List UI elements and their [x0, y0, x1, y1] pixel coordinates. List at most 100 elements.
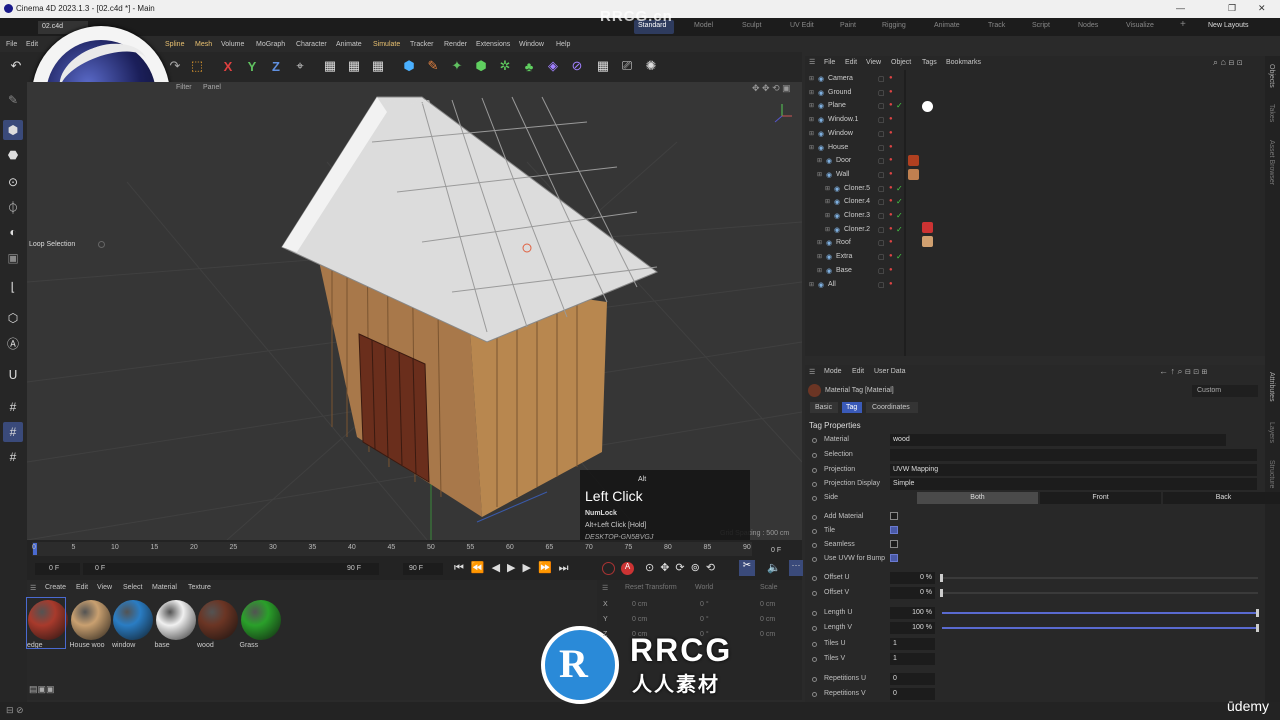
animate-dot-icon[interactable] — [812, 576, 817, 581]
material-menu-icon[interactable]: ☰ — [30, 584, 36, 592]
end-frame-field[interactable]: 90 F — [403, 563, 443, 575]
expand-icon[interactable]: ⊞ — [817, 171, 822, 178]
coord-position-field[interactable]: 0 cm — [632, 616, 647, 623]
offset-v-slider-knob[interactable] — [940, 589, 943, 597]
offset-u-slider-track[interactable] — [940, 574, 1258, 582]
expand-icon[interactable]: ⊞ — [809, 89, 814, 96]
menu-animate[interactable]: Animate — [336, 41, 362, 48]
status-icons[interactable]: ⊟ ⊘ — [6, 705, 24, 716]
model-mode-icon[interactable]: ⬢ — [3, 120, 23, 140]
layer-box-icon[interactable]: ▢ — [878, 102, 885, 110]
attr-menu-icon[interactable]: ☰ — [809, 368, 815, 376]
close-button[interactable]: ✕ — [1258, 3, 1266, 14]
offset-v-value[interactable]: 0 % — [890, 587, 935, 599]
viewport-menu-panel[interactable]: Panel — [203, 84, 221, 91]
animate-dot-icon[interactable] — [812, 468, 817, 473]
expand-icon[interactable]: ⊞ — [809, 144, 814, 151]
coords-menu-icon[interactable]: ☰ — [602, 584, 608, 592]
object-row[interactable]: ⊞ ◉ Extra ▢ ● ✓ — [805, 251, 1265, 265]
axis-mode-icon[interactable]: ⌊ — [3, 277, 23, 297]
animate-dot-icon[interactable] — [812, 626, 817, 631]
expand-icon[interactable]: ⊞ — [817, 239, 822, 246]
attr-menu-userdata[interactable]: User Data — [874, 368, 906, 375]
obj-menu-view[interactable]: View — [866, 59, 881, 66]
layout-tab-uvedit[interactable]: UV Edit — [790, 22, 814, 29]
visibility-dots-icon[interactable]: ● — [889, 267, 893, 273]
object-row[interactable]: ⊞ ◉ Ground ▢ ● — [805, 87, 1265, 101]
coords-scale-select[interactable]: Scale — [760, 584, 778, 591]
side-tab-objects[interactable]: Objects — [1268, 64, 1275, 88]
animate-dot-icon[interactable] — [812, 529, 817, 534]
material-tag-icon[interactable] — [922, 236, 933, 247]
layer-box-icon[interactable]: ▢ — [878, 253, 885, 261]
visibility-dots-icon[interactable]: ● — [889, 226, 893, 232]
cube-icon[interactable]: ⬢ — [399, 56, 419, 76]
start-frame-field[interactable]: 0 F — [35, 563, 80, 575]
pencil-icon[interactable]: ✎ — [3, 90, 23, 110]
coord-scale-field[interactable]: 0 cm — [760, 616, 775, 623]
side-option-front[interactable]: Front — [1040, 492, 1161, 504]
layout-tab-model[interactable]: Model — [694, 22, 713, 29]
keyframe-icon[interactable]: ✂ — [739, 560, 755, 576]
enabled-check-icon[interactable]: ✓ — [896, 101, 903, 110]
layer-box-icon[interactable]: ▢ — [878, 144, 885, 152]
menu-render[interactable]: Render — [444, 41, 467, 48]
side-tab-takes[interactable]: Takes — [1268, 104, 1275, 122]
length-v-slider-knob[interactable] — [1256, 624, 1259, 632]
checkbox[interactable] — [890, 526, 898, 534]
visibility-dots-icon[interactable]: ● — [889, 281, 893, 287]
attr-tab-coordinates[interactable]: Coordinates — [866, 402, 918, 413]
redo-icon[interactable]: ↷ — [165, 56, 185, 76]
visibility-dots-icon[interactable]: ● — [889, 212, 893, 218]
layout-tab-sculpt[interactable]: Sculpt — [742, 22, 761, 29]
object-row[interactable]: ⊞ ◉ Window ▢ ● — [805, 128, 1265, 142]
solo-icon[interactable]: ⬡ — [3, 308, 23, 328]
sound-icon[interactable]: 🔈 — [767, 561, 781, 574]
point-mode-icon[interactable]: ⊙ — [3, 172, 23, 192]
menu-mograph[interactable]: MoGraph — [256, 41, 285, 48]
object-menu-icon[interactable]: ☰ — [809, 58, 815, 66]
mat-menu-view[interactable]: View — [97, 584, 112, 591]
menu-window[interactable]: Window — [519, 41, 544, 48]
projection-display-select-field[interactable]: Simple — [890, 478, 1257, 490]
plane-material-tag-icon[interactable] — [922, 101, 933, 112]
expand-icon[interactable]: ⊞ — [817, 267, 822, 274]
visibility-dots-icon[interactable]: ● — [889, 144, 893, 150]
visibility-dots-icon[interactable]: ● — [889, 171, 893, 177]
viewport-nav-icons[interactable]: ✥ ✥ ⟲ ▣ — [752, 83, 791, 94]
material-link-field[interactable]: wood — [890, 434, 1226, 446]
checkbox[interactable] — [890, 540, 898, 548]
loop-selection-options-icon[interactable] — [98, 241, 105, 248]
object-row[interactable]: ⊞ ◉ Cloner.4 ▢ ● ✓ — [805, 196, 1265, 210]
menu-file[interactable]: File — [6, 41, 17, 48]
attr-preset-select[interactable]: Custom — [1192, 385, 1258, 397]
grid-icon[interactable]: ▦ — [593, 56, 613, 76]
layer-box-icon[interactable]: ▢ — [878, 281, 885, 289]
extrude-icon[interactable]: ⬢ — [471, 56, 491, 76]
y-axis-icon[interactable]: Y — [242, 56, 262, 76]
layer-box-icon[interactable]: ▢ — [878, 116, 885, 124]
layout-tab-script[interactable]: Script — [1032, 22, 1050, 29]
magnet-icon[interactable]: Ս — [3, 365, 23, 385]
repetitions-u-value[interactable]: 0 — [890, 673, 935, 685]
menu-edit[interactable]: Edit — [26, 41, 38, 48]
visibility-dots-icon[interactable]: ● — [889, 102, 893, 108]
side-option-both[interactable]: Both — [917, 492, 1038, 504]
layer-box-icon[interactable]: ▢ — [878, 171, 885, 179]
animate-dot-icon[interactable] — [812, 591, 817, 596]
material-ball[interactable] — [113, 600, 153, 640]
visibility-dots-icon[interactable]: ● — [889, 185, 893, 191]
side-tab-layers[interactable]: Layers — [1268, 422, 1275, 443]
layout-tab-nodes[interactable]: Nodes — [1078, 22, 1098, 29]
enabled-check-icon[interactable]: ✓ — [896, 225, 903, 234]
projection-select-field[interactable]: UVW Mapping — [890, 464, 1257, 476]
expand-icon[interactable]: ⊞ — [817, 253, 822, 260]
length-u-slider-track[interactable] — [942, 609, 1259, 617]
grid-snap-icon[interactable]: # — [3, 422, 23, 442]
visibility-dots-icon[interactable]: ● — [889, 157, 893, 163]
expand-icon[interactable]: ⊞ — [809, 102, 814, 109]
checkbox[interactable] — [890, 554, 898, 562]
layer-box-icon[interactable]: ▢ — [878, 239, 885, 247]
texture-mode-icon[interactable]: ⬣ — [3, 145, 23, 165]
obj-menu-tags[interactable]: Tags — [922, 59, 937, 66]
